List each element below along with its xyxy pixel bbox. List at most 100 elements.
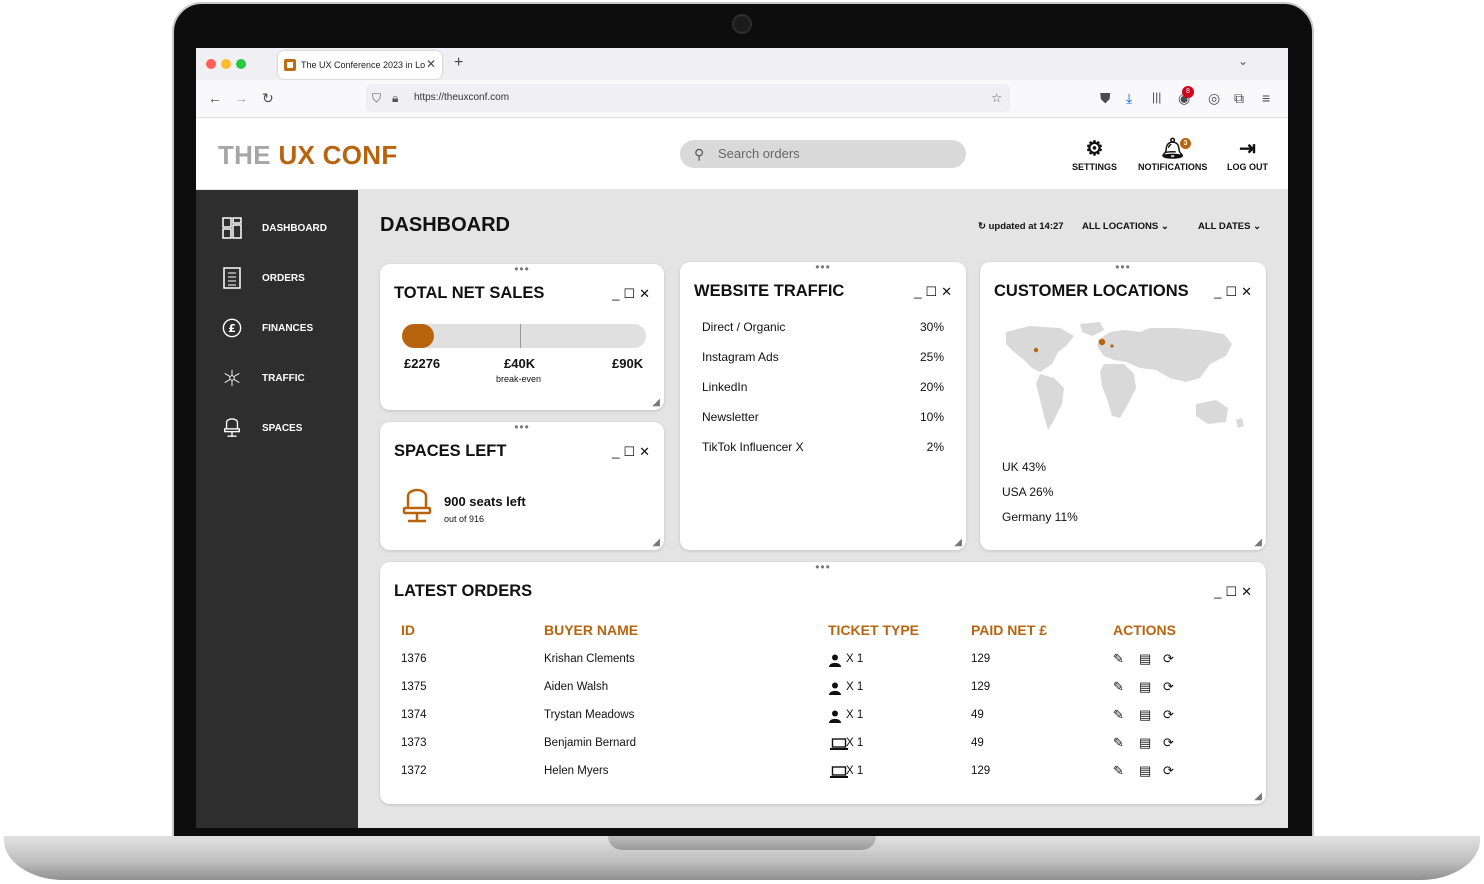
chevron-down-icon: ⌄ <box>1253 221 1262 232</box>
column-header-id[interactable]: ID <box>401 622 415 638</box>
settings-button[interactable]: ⚙ SETTINGS <box>1072 138 1117 172</box>
search-orders-input[interactable]: ⚲ Search orders <box>680 140 966 168</box>
order-id: 1372 <box>401 765 427 777</box>
resize-handle-icon[interactable]: ◢ <box>1254 537 1262 548</box>
column-header-ticket-type[interactable]: TICKET TYPE <box>828 622 919 638</box>
window-maximize-button[interactable] <box>236 59 246 69</box>
traffic-source: Instagram Ads <box>702 350 779 364</box>
menu-hamburger-icon[interactable]: ≡ <box>1262 90 1270 106</box>
drag-handle-icon[interactable]: ••• <box>514 421 530 433</box>
refresh-icon[interactable]: ↻ <box>978 221 989 232</box>
edit-icon[interactable]: ✎ <box>1113 735 1124 751</box>
shield-icon[interactable]: ⛉ <box>372 84 381 112</box>
close-icon[interactable]: ✕ <box>639 444 650 460</box>
refund-icon[interactable]: ⟳ <box>1163 651 1174 667</box>
receipt-icon[interactable]: ▤ <box>1139 735 1151 751</box>
account-icon[interactable]: ◎ <box>1208 90 1220 107</box>
drag-handle-icon[interactable]: ••• <box>815 561 831 573</box>
browser-navbar: ← → ↻ ⛉ 🔒︎ https://theuxconf.com ☆ ⛊ ⤓ |… <box>196 80 1288 118</box>
drag-handle-icon[interactable]: ••• <box>815 261 831 273</box>
maximize-icon[interactable]: ☐ <box>623 444 635 460</box>
receipt-icon[interactable]: ▤ <box>1139 763 1151 779</box>
location-dot-uk <box>1098 338 1106 346</box>
sidebar-item-spaces[interactable]: SPACES <box>222 416 302 440</box>
search-icon: ⚲ <box>694 146 705 162</box>
maximize-icon[interactable]: ☐ <box>1225 584 1237 600</box>
resize-handle-icon[interactable]: ◢ <box>652 397 660 408</box>
ticket-qty: X 1 <box>846 765 864 777</box>
back-arrow-icon[interactable]: ← <box>208 90 222 106</box>
pocket-icon[interactable]: ⛊ <box>1100 90 1111 107</box>
close-icon[interactable]: ✕ <box>941 284 952 300</box>
minimize-icon[interactable]: _ <box>1214 584 1221 600</box>
locations-filter-dropdown[interactable]: ALL LOCATIONS ⌄ <box>1082 221 1169 232</box>
edit-icon[interactable]: ✎ <box>1113 763 1124 779</box>
column-header-paid[interactable]: PAID NET £ <box>971 622 1047 638</box>
close-icon[interactable]: ✕ <box>1241 284 1252 300</box>
minimize-icon[interactable]: _ <box>612 444 619 460</box>
close-icon[interactable]: ✕ <box>639 286 650 302</box>
resize-handle-icon[interactable]: ◢ <box>954 537 962 548</box>
edit-icon[interactable]: ✎ <box>1113 679 1124 695</box>
reload-icon[interactable]: ↻ <box>262 90 274 107</box>
new-tab-icon[interactable]: + <box>454 54 463 72</box>
extensions-puzzle-icon[interactable]: ⧉ <box>1234 90 1244 107</box>
receipt-icon[interactable]: ▤ <box>1139 679 1151 695</box>
browser-tab[interactable]: The UX Conference 2023 in Lon ✕ <box>278 51 442 79</box>
maximize-icon[interactable]: ☐ <box>623 286 635 302</box>
bookmark-star-icon[interactable]: ☆ <box>991 84 1002 112</box>
library-icon[interactable]: ||| <box>1152 90 1161 104</box>
refund-icon[interactable]: ⟳ <box>1163 735 1174 751</box>
tab-list-chevron-icon[interactable]: ⌄ <box>1238 54 1248 68</box>
downloads-icon[interactable]: ⤓ <box>1126 90 1132 107</box>
latest-orders-card: ••• LATEST ORDERS _ ☐ ✕ ID BUYER NAME TICK… <box>380 561 1266 804</box>
url-bar[interactable]: ⛉ 🔒︎ https://theuxconf.com ☆ <box>366 84 1010 112</box>
refund-icon[interactable]: ⟳ <box>1163 679 1174 695</box>
resize-handle-icon[interactable]: ◢ <box>652 537 660 548</box>
minimize-icon[interactable]: _ <box>1214 284 1221 300</box>
refund-icon[interactable]: ⟳ <box>1163 763 1174 779</box>
order-id: 1375 <box>401 681 427 693</box>
window-minimize-button[interactable] <box>221 59 231 69</box>
sidebar-item-dashboard[interactable]: DASHBOARD <box>222 216 327 240</box>
traffic-source: TikTok Influencer X <box>702 440 804 454</box>
maximize-icon[interactable]: ☐ <box>925 284 937 300</box>
app-header: THE UX CONF ⚲ Search orders ⚙ SETTINGS 🔔… <box>196 118 1288 190</box>
receipt-icon[interactable]: ▤ <box>1139 707 1151 723</box>
updated-text: updated at 14:27 <box>988 221 1064 232</box>
edit-icon[interactable]: ✎ <box>1113 651 1124 667</box>
logo-part2: UX CONF <box>278 140 398 170</box>
maximize-icon[interactable]: ☐ <box>1225 284 1237 300</box>
refund-icon[interactable]: ⟳ <box>1163 707 1174 723</box>
drag-handle-icon[interactable]: ••• <box>514 263 530 275</box>
paid-net: 49 <box>971 737 984 749</box>
dates-filter-dropdown[interactable]: ALL DATES ⌄ <box>1198 221 1261 232</box>
sidebar-item-orders[interactable]: ORDERS <box>222 266 305 290</box>
screen: The UX Conference 2023 in Lon ✕ + ⌄ ← → … <box>196 48 1288 828</box>
card-title: TOTAL NET SALES <box>394 284 545 302</box>
traffic-share: 20% <box>919 380 944 394</box>
notifications-button[interactable]: 🔔︎ 3 NOTIFICATIONS <box>1138 138 1207 172</box>
sidebar-item-finances[interactable]: £ FINANCES <box>222 316 313 340</box>
extension-icon[interactable]: ◉ 8 <box>1178 86 1194 107</box>
minimize-icon[interactable]: _ <box>612 286 619 302</box>
sidebar-item-label: FINANCES <box>262 322 314 334</box>
close-icon[interactable]: ✕ <box>1241 584 1252 600</box>
drag-handle-icon[interactable]: ••• <box>1115 261 1131 273</box>
gear-icon: ⚙ <box>1085 138 1104 160</box>
edit-icon[interactable]: ✎ <box>1113 707 1124 723</box>
seats-left: 900 seats left <box>444 494 526 509</box>
dates-filter-label: ALL DATES <box>1198 221 1251 232</box>
close-tab-icon[interactable]: ✕ <box>426 57 436 71</box>
sidebar-item-traffic[interactable]: TRAFFIC <box>222 366 305 390</box>
column-header-buyer[interactable]: BUYER NAME <box>544 622 638 638</box>
browser-tabbar: The UX Conference 2023 in Lon ✕ + ⌄ <box>196 48 1288 80</box>
logout-button[interactable]: ⇥ LOG OUT <box>1227 138 1268 172</box>
receipt-icon[interactable]: ▤ <box>1139 651 1151 667</box>
logo[interactable]: THE UX CONF <box>218 140 398 171</box>
resize-handle-icon[interactable]: ◢ <box>1254 791 1262 802</box>
window-close-button[interactable] <box>206 59 216 69</box>
forward-arrow-icon[interactable]: → <box>234 90 248 106</box>
locations-filter-label: ALL LOCATIONS <box>1082 221 1159 232</box>
minimize-icon[interactable]: _ <box>914 284 921 300</box>
